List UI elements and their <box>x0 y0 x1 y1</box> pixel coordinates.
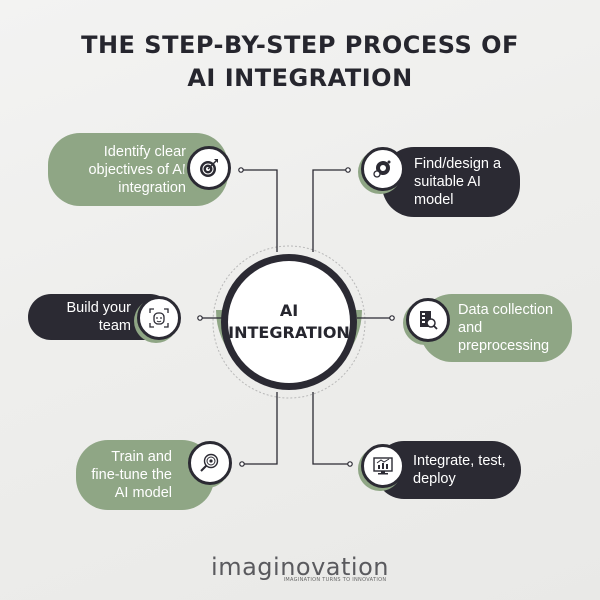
connector-dot <box>345 167 351 173</box>
step-2-label: Find/design a suitable AI model <box>414 156 502 208</box>
brand-tagline: IMAGINATION TURNS TO INNOVATION <box>283 577 387 583</box>
monitor-chart-icon <box>373 457 393 475</box>
center-hub: AI INTEGRATION <box>221 254 357 390</box>
connector-dot <box>389 315 395 321</box>
connector-dot <box>347 461 353 467</box>
connector-dot <box>238 167 244 173</box>
connector-step-5 <box>242 392 278 465</box>
step-4-badge <box>406 298 450 342</box>
face-scan-icon <box>149 308 169 328</box>
target-icon <box>200 159 218 177</box>
step-4-label: Data collection and preprocessing <box>458 302 554 354</box>
connector-step-6 <box>312 392 350 465</box>
data-search-icon <box>420 311 438 330</box>
gear-brain-icon <box>373 160 391 178</box>
step-5-badge <box>188 441 232 485</box>
step-1-badge <box>187 146 231 190</box>
center-label-line-2: INTEGRATION <box>228 323 350 342</box>
step-3-label: Build your team <box>66 300 131 334</box>
step-2-badge <box>361 147 405 191</box>
center-label-line-1: AI <box>279 301 299 320</box>
connector-dot <box>197 315 203 321</box>
step-6-label: Integrate, test, deploy <box>413 453 506 487</box>
step-5-label: Train and fine-tune the AI model <box>91 449 172 501</box>
step-3-badge <box>137 296 181 340</box>
step-2-pill: Find/design a suitable AI model <box>382 147 520 217</box>
connector-step-2 <box>312 169 348 252</box>
connector-dot <box>239 461 245 467</box>
magnifier-target-icon <box>200 453 219 472</box>
step-6-badge <box>361 444 405 488</box>
connector-step-1 <box>241 169 278 252</box>
step-1-label: Identify clear objectives of AI integrat… <box>88 143 186 196</box>
